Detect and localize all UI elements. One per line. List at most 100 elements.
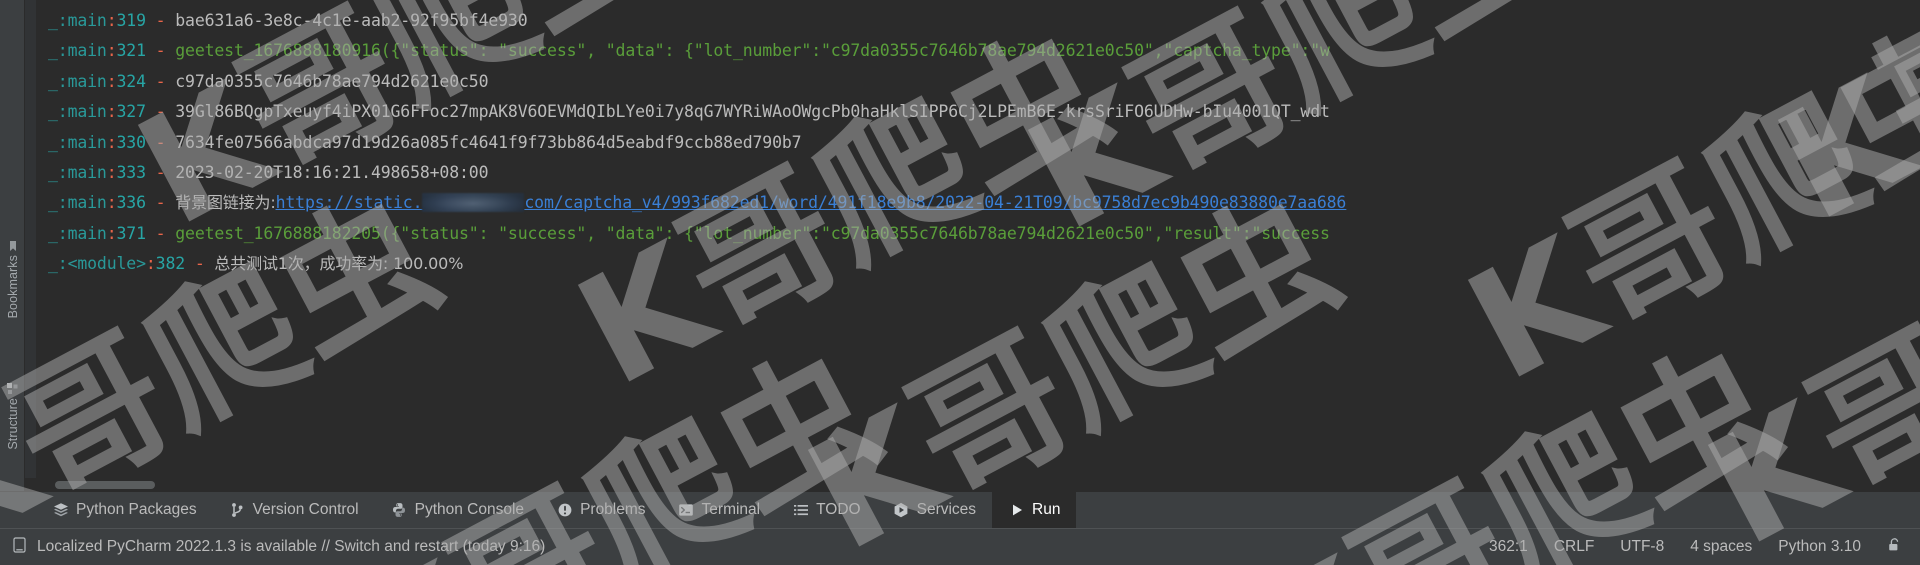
toolwindow-button-label: Version Control [252, 501, 359, 518]
terminal-icon [678, 502, 695, 519]
console-hscrollbar-thumb[interactable] [55, 481, 155, 489]
log-message: 总共测试1次，成功率为: 100.00% [214, 254, 464, 274]
console-log-line: _:main:330 - 7634fe07566abdca97d19d26a08… [37, 128, 1920, 158]
pycharm-window: Bookmarks Structure _:main:319 - bae631a… [0, 0, 1920, 565]
log-url-link[interactable]: https://static. com/captcha_v4/993f682ed1… [275, 193, 1346, 213]
log-space [165, 11, 175, 30]
log-source: _ [48, 132, 58, 152]
log-colon-icon: : [106, 41, 117, 61]
log-colon-icon: : [106, 223, 117, 243]
console-log-line: _:main:321 - geetest_1676888180916({"sta… [37, 36, 1920, 66]
toolwindow-button-services[interactable]: Services [877, 492, 992, 529]
log-space [165, 41, 175, 60]
log-colon-icon: : [106, 102, 117, 122]
problems-icon [556, 502, 573, 519]
toolwindow-button-version-control[interactable]: Version Control [213, 492, 375, 529]
toolwindow-button-python-console[interactable]: Python Console [375, 492, 540, 529]
status-bar-left: Localized PyCharm 2022.1.3 is available … [12, 536, 545, 558]
status-bar-message[interactable]: Localized PyCharm 2022.1.3 is available … [37, 538, 545, 556]
log-space [146, 41, 156, 60]
console-log-line: _:main:327 - 39Gl86BQgpTxeuyf4iPX01G6FFo… [37, 97, 1920, 127]
console-log-line: _:<module>:382 - 总共测试1次，成功率为: 100.00% [37, 249, 1920, 279]
log-module: :main [57, 41, 107, 61]
unlocked-padlock-icon[interactable] [1887, 537, 1902, 558]
log-lineno: 333 [116, 162, 147, 182]
sidebar-item-structure-label: Structure [5, 398, 20, 450]
toolwindow-button-label: Terminal [701, 501, 761, 518]
log-dash: - [155, 132, 166, 152]
ide-update-icon[interactable] [12, 536, 27, 558]
toolwindow-button-problems[interactable]: Problems [540, 492, 661, 529]
log-space [165, 163, 175, 182]
log-space [146, 11, 156, 30]
redacted-domain-blur [422, 193, 525, 213]
log-module: :main [57, 102, 107, 122]
run-console-panel: _:main:319 - bae631a6-3e8c-4c1e-aab2-92f… [25, 0, 1920, 478]
log-lineno: 336 [116, 193, 147, 213]
toolwindow-button-label: Python Console [414, 501, 525, 518]
console-output[interactable]: _:main:319 - bae631a6-3e8c-4c1e-aab2-92f… [37, 0, 1920, 478]
log-message: geetest_1676888180916({"status": "succes… [175, 41, 1330, 61]
log-dash: - [155, 162, 166, 182]
log-space [146, 193, 156, 212]
log-space [146, 163, 156, 182]
python-icon [391, 502, 408, 519]
log-dash: - [155, 41, 166, 61]
status-bar-right: 362:1 CRLF UTF-8 4 spaces Python 3.10 [1489, 537, 1902, 558]
sidebar-item-bookmarks[interactable]: Bookmarks [0, 235, 25, 318]
toolwindow-button-terminal[interactable]: Terminal [662, 492, 777, 529]
status-file-encoding[interactable]: UTF-8 [1620, 538, 1664, 556]
log-source: _ [48, 71, 58, 91]
log-space [165, 193, 175, 212]
log-space [146, 102, 156, 121]
toolwindow-button-label: Python Packages [76, 501, 197, 518]
toolwindow-button-todo[interactable]: TODO [776, 492, 877, 529]
toolwindow-button-run[interactable]: Run [992, 491, 1077, 529]
log-message: geetest_1676888182205({"status": "succes… [175, 223, 1330, 243]
log-module: :main [57, 11, 107, 30]
toolwindow-button-python-packages[interactable]: Python Packages [36, 492, 213, 529]
log-module: :main [57, 71, 107, 91]
console-hscrollbar-track[interactable] [25, 478, 1920, 491]
status-indent-size[interactable]: 4 spaces [1690, 538, 1752, 556]
log-source: _ [48, 223, 58, 243]
log-message-prefix: 背景图链接为: [175, 193, 276, 213]
console-log-line: _:main:319 - bae631a6-3e8c-4c1e-aab2-92f… [37, 6, 1920, 36]
log-url-head: https://static. [275, 193, 423, 213]
log-message: 2023-02-20T18:16:21.498658+08:00 [175, 162, 489, 182]
log-module: :main [57, 223, 107, 243]
log-space [146, 224, 156, 243]
log-dash: - [155, 193, 166, 213]
log-space [205, 254, 215, 273]
status-bar: Localized PyCharm 2022.1.3 is available … [0, 528, 1920, 565]
log-source: _ [48, 11, 58, 30]
log-space [165, 102, 175, 121]
console-log-line: _:main:371 - geetest_1676888182205({"sta… [37, 219, 1920, 249]
packages-icon [52, 502, 69, 519]
log-message: 7634fe07566abdca97d19d26a085fc4641f9f73b… [175, 132, 802, 152]
status-caret-position[interactable]: 362:1 [1489, 538, 1528, 556]
log-space [165, 133, 175, 152]
branch-icon [229, 502, 246, 519]
log-lineno: 371 [116, 223, 147, 243]
log-source: _ [48, 254, 58, 274]
log-space [146, 133, 156, 152]
sidebar-item-structure[interactable]: Structure [0, 378, 25, 450]
status-interpreter[interactable]: Python 3.10 [1778, 538, 1861, 556]
status-line-separator[interactable]: CRLF [1554, 538, 1594, 556]
left-toolwindow-strip: Bookmarks Structure [0, 0, 25, 491]
console-gutter [25, 0, 37, 478]
services-icon [893, 502, 910, 519]
todo-icon [792, 502, 809, 519]
log-space [185, 254, 195, 273]
log-space [146, 72, 156, 91]
toolwindow-button-label: Problems [580, 501, 646, 518]
log-colon-icon: : [106, 193, 117, 213]
log-dash: - [155, 11, 166, 30]
log-source: _ [48, 162, 58, 182]
toolwindow-button-label: Services [916, 501, 977, 518]
console-log-line: _:main:324 - c97da0355c7646b78ae794d2621… [37, 67, 1920, 97]
log-lineno: 382 [155, 254, 186, 274]
log-colon-icon: : [106, 132, 117, 152]
bookmark-icon [7, 240, 19, 255]
